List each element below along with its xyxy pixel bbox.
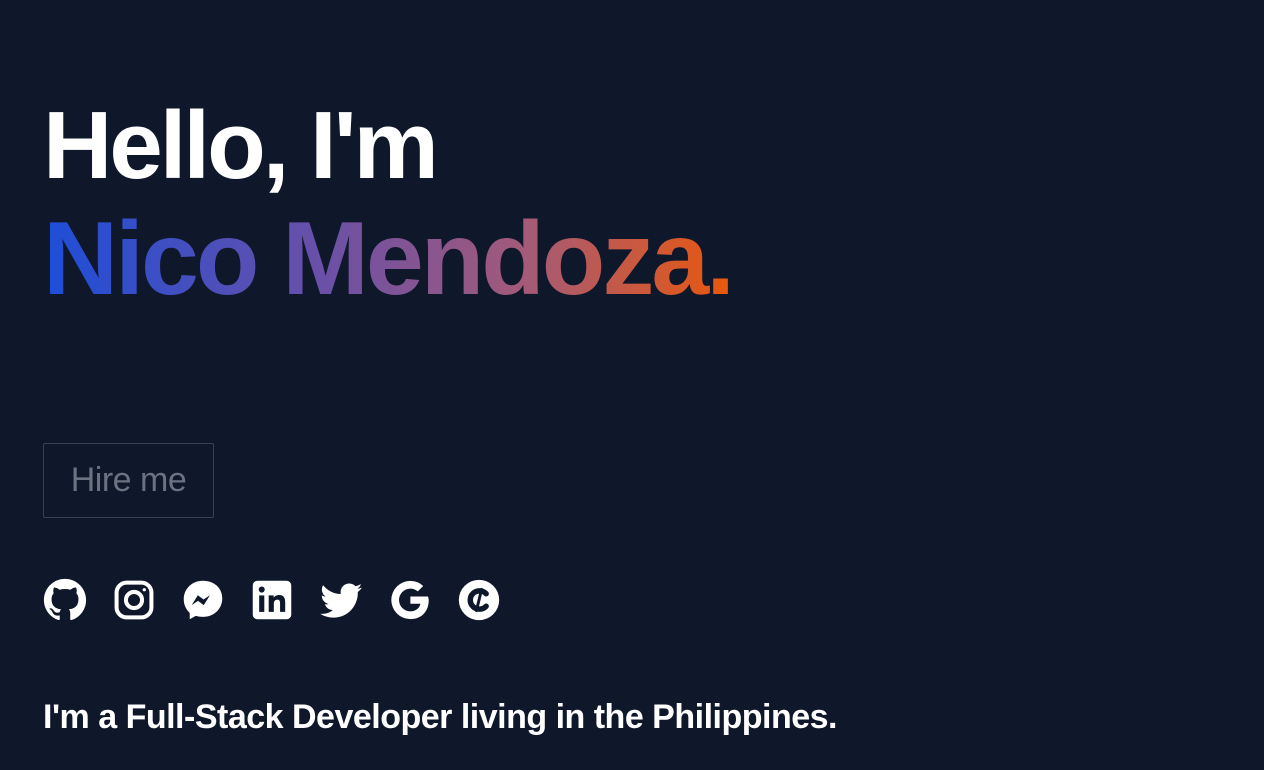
linkedin-link[interactable]: [250, 578, 294, 622]
linkedin-icon: [252, 580, 292, 620]
twitter-link[interactable]: [319, 578, 363, 622]
instagram-icon: [114, 580, 154, 620]
messenger-icon: [183, 580, 223, 620]
github-link[interactable]: [43, 578, 87, 622]
greeting-heading: Hello, I'm: [43, 92, 439, 199]
instagram-link[interactable]: [112, 578, 156, 622]
codementor-icon: [458, 579, 500, 621]
hero: Hello, I'm Nico Mendoza.: [43, 92, 1223, 318]
google-link[interactable]: [388, 578, 432, 622]
twitter-icon: [320, 583, 363, 618]
hire-me-button[interactable]: Hire me: [43, 443, 214, 518]
github-icon: [43, 578, 87, 621]
tagline: I'm a Full-Stack Developer living in the…: [43, 698, 837, 736]
name-heading: Nico Mendoza.: [43, 201, 735, 317]
codementor-link[interactable]: [457, 578, 501, 622]
social-links: [43, 578, 501, 622]
google-icon: [391, 580, 429, 620]
messenger-link[interactable]: [181, 578, 225, 622]
